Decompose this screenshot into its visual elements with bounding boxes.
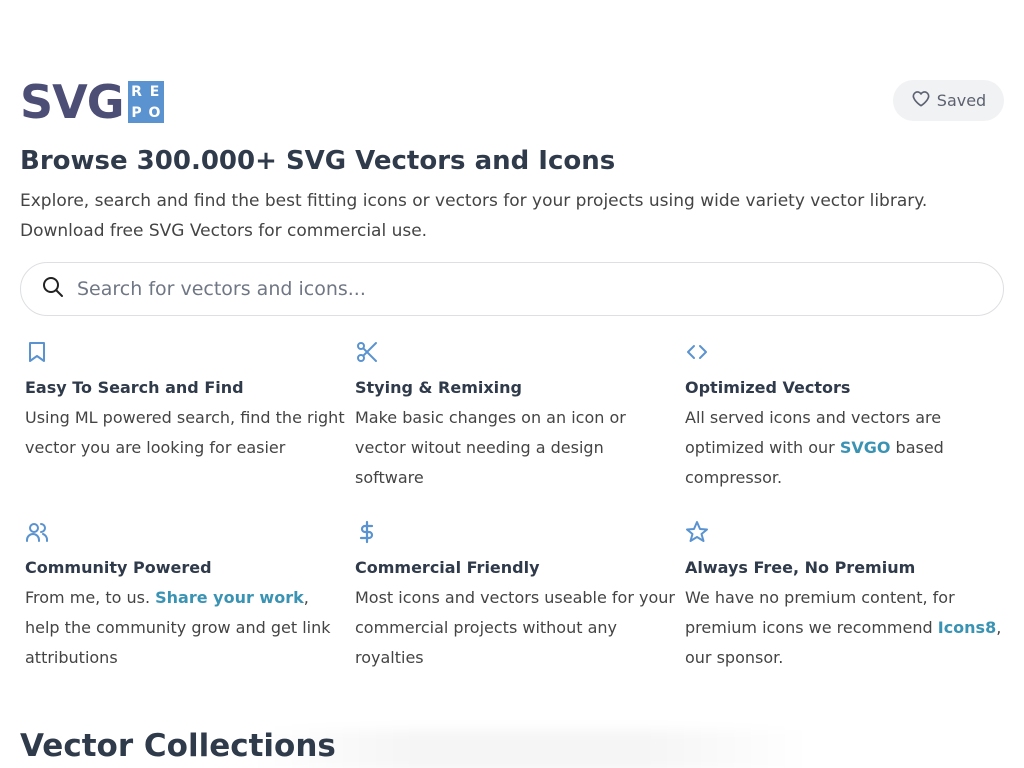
feature-title: Stying & Remixing — [355, 378, 522, 397]
features-grid: Easy To Search and Find Using ML powered… — [25, 340, 1005, 680]
feature-text: All served icons and vectors are optimiz… — [685, 403, 1007, 493]
feature-text: Most icons and vectors useable for your … — [355, 588, 675, 667]
feature-card: Community Powered From me, to us. Share … — [25, 520, 355, 680]
icons8-link[interactable]: Icons8 — [938, 618, 996, 637]
feature-title: Community Powered — [25, 558, 212, 577]
feature-text: Using ML powered search, find the right … — [25, 408, 345, 457]
page-title: Browse 300.000+ SVG Vectors and Icons — [20, 146, 616, 176]
feature-text-part: We have no premium content, for premium … — [685, 588, 955, 637]
feature-card: Easy To Search and Find Using ML powered… — [25, 340, 355, 500]
dollar-icon — [355, 520, 379, 546]
feature-card: Stying & Remixing Make basic changes on … — [355, 340, 685, 500]
saved-button[interactable]: Saved — [893, 80, 1004, 121]
search-icon — [41, 275, 65, 303]
feature-card: Always Free, No Premium We have no premi… — [685, 520, 1005, 680]
logo-repo-box: R E P O — [127, 81, 164, 123]
feature-title: Easy To Search and Find — [25, 378, 244, 397]
page-description: Explore, search and find the best fittin… — [20, 186, 980, 246]
description-line: Download free SVG Vectors for commercial… — [20, 221, 428, 241]
users-icon — [25, 520, 49, 546]
svgo-link[interactable]: SVGO — [840, 438, 891, 457]
feature-card: Optimized Vectors All served icons and v… — [685, 340, 1005, 500]
feature-text: From me, to us. Share your work, help th… — [25, 583, 347, 673]
feature-text: Make basic changes on an icon or vector … — [355, 408, 626, 487]
bookmark-icon — [25, 340, 49, 366]
logo-letter: R — [131, 83, 142, 100]
saved-label: Saved — [936, 91, 987, 110]
feature-text: We have no premium content, for premium … — [685, 583, 1007, 673]
logo-letter: O — [148, 104, 161, 121]
search-bar[interactable] — [20, 262, 1004, 316]
logo-letter: E — [149, 83, 160, 100]
heart-icon — [911, 89, 931, 113]
logo-letter: P — [131, 104, 142, 121]
svgrepo-logo[interactable]: SVG R E P O — [20, 75, 164, 129]
search-input[interactable] — [77, 278, 977, 300]
logo-text: SVG — [20, 75, 124, 129]
code-icon — [685, 340, 709, 366]
scissors-icon — [355, 340, 379, 366]
star-icon — [685, 520, 709, 546]
description-line: Explore, search and find the best fittin… — [20, 191, 928, 211]
feature-title: Commercial Friendly — [355, 558, 540, 577]
header: SVG R E P O Saved — [20, 75, 1004, 129]
feature-title: Optimized Vectors — [685, 378, 851, 397]
feature-card: Commercial Friendly Most icons and vecto… — [355, 520, 685, 680]
feature-text-part: From me, to us. — [25, 588, 156, 607]
feature-title: Always Free, No Premium — [685, 558, 916, 577]
collections-heading: Vector Collections — [20, 728, 336, 764]
share-your-work-link[interactable]: Share your work — [155, 588, 304, 607]
